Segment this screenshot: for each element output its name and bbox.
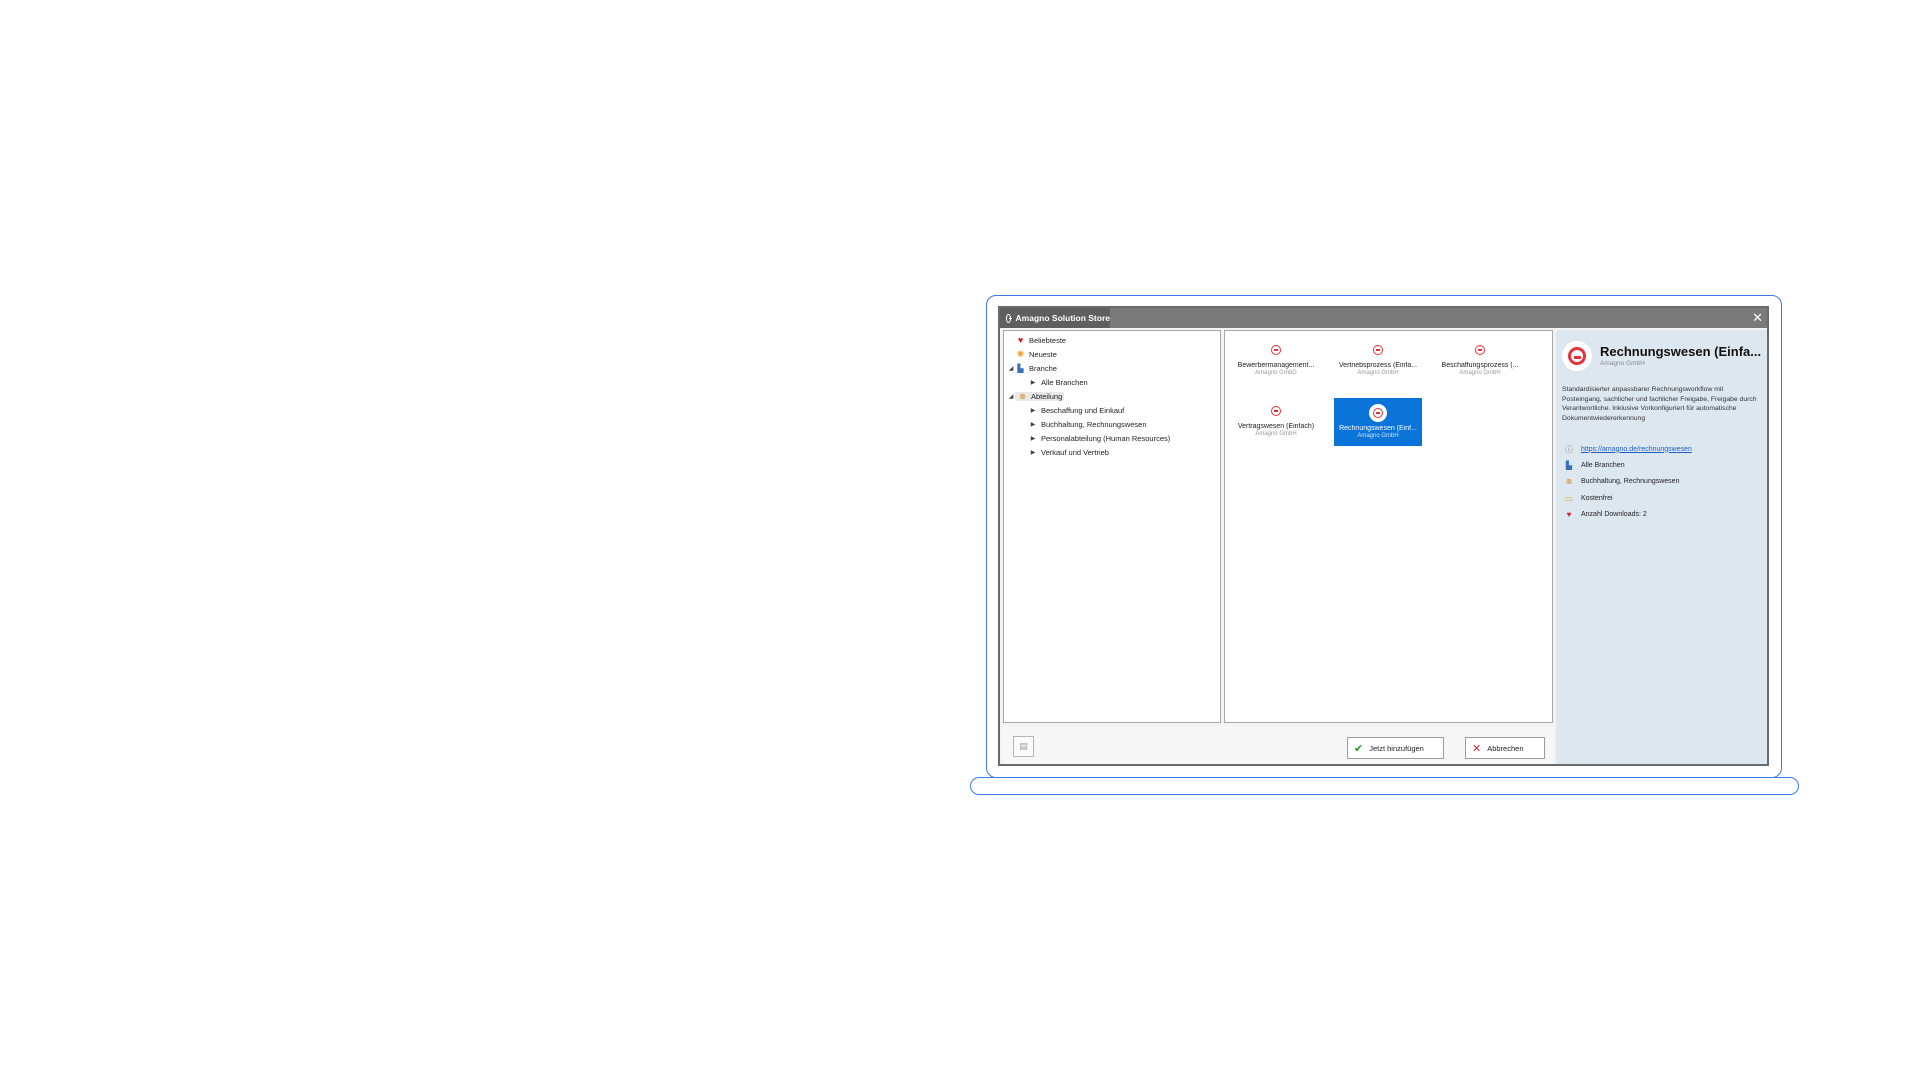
detail-department: Buchhaltung, Rechnungswesen <box>1581 477 1680 485</box>
options-button[interactable]: ▤ <box>1013 736 1034 757</box>
detail-price: Kostenfrei <box>1581 494 1613 502</box>
tree-label: Beschaffung und Einkauf <box>1041 405 1125 415</box>
expand-icon[interactable]: ▶ <box>1029 379 1037 386</box>
collapse-icon[interactable]: ◢ <box>1007 365 1015 372</box>
tree-label: Verkauf und Vertrieb <box>1041 447 1109 457</box>
tree-item-sales[interactable]: ▶ Verkauf und Vertrieb <box>1029 445 1109 459</box>
detail-link-row: ⓘ https://amagno.de/rechnungswesen <box>1562 443 1692 455</box>
category-tree: ♥ Beliebteste ✺ Neueste ◢ ▙ Branche ▶ All… <box>1003 330 1221 723</box>
heart-icon: ♥ <box>1017 335 1024 345</box>
detail-price-row: ▭ Kostenfrei <box>1562 492 1613 504</box>
details-vendor: Amagno GmbH <box>1600 360 1645 367</box>
laptop-base-outline <box>970 777 1799 795</box>
building-icon: ▙ <box>1565 460 1573 470</box>
heart-icon: ♥ <box>1566 509 1572 519</box>
solution-link[interactable]: https://amagno.de/rechnungswesen <box>1581 446 1692 453</box>
tree-label: Neueste <box>1029 349 1057 359</box>
sun-icon: ✺ <box>1016 348 1025 359</box>
expand-icon[interactable]: ▶ <box>1029 449 1037 456</box>
building-icon: ▙ <box>1017 363 1024 373</box>
tree-item-accounting[interactable]: ▶ Buchhaltung, Rechnungswesen <box>1029 417 1147 431</box>
details-description: Standardisierter anpassbarer Rechnungswo… <box>1562 386 1757 422</box>
tree-label: Beliebteste <box>1029 335 1067 345</box>
details-title: Rechnungswesen (Einfa... <box>1600 344 1762 359</box>
amagno-logo-icon <box>1371 343 1385 357</box>
expand-icon[interactable]: ▶ <box>1029 421 1037 428</box>
tree-label: Abteilung <box>1031 391 1063 401</box>
bottom-action-bar: ▤ ✔ Jetzt hinzufügen ✕ Abbrechen <box>1003 726 1553 764</box>
tree-item-industry[interactable]: ◢ ▙ Branche <box>1007 361 1057 375</box>
tile-name: Rechnungswesen (Einf... <box>1339 425 1417 432</box>
title-bar: Amagno Solution Store ✕ <box>1000 308 1767 328</box>
tree-label: Personalabteilung (Human Resources) <box>1041 433 1171 443</box>
tree-item-newest[interactable]: ✺ Neueste <box>1007 347 1057 361</box>
close-icon: ✕ <box>1472 742 1482 755</box>
solution-tile-selected[interactable]: Rechnungswesen (Einf... Amagno GmbH <box>1334 398 1422 446</box>
department-icon: ⊗ <box>1019 391 1026 401</box>
tile-vendor: Amagno GmbH <box>1357 433 1399 439</box>
expand-icon[interactable]: ▶ <box>1029 435 1037 442</box>
tile-name: Vertragswesen (Einfach) <box>1237 423 1315 430</box>
tile-vendor: Amagno GmbH <box>1255 431 1297 437</box>
tree-label: Alle Branchen <box>1041 377 1088 387</box>
tree-item-favorites[interactable]: ♥ Beliebteste <box>1007 333 1066 347</box>
document-icon: ▤ <box>1019 741 1028 751</box>
add-now-label: Jetzt hinzufügen <box>1369 743 1424 753</box>
solution-tile[interactable]: Vertragswesen (Einfach) Amagno GmbH <box>1232 398 1320 446</box>
tile-vendor: Amagno GmbH <box>1459 370 1501 376</box>
detail-downloads: Anzahl Downloads: 2 <box>1581 510 1647 518</box>
solutions-grid: Bewerbermanagement... Amagno GmbG Vertri… <box>1224 330 1553 723</box>
cancel-button[interactable]: ✕ Abbrechen <box>1465 737 1545 759</box>
info-icon: ⓘ <box>1565 444 1573 454</box>
tree-label: Buchhaltung, Rechnungswesen <box>1041 419 1147 429</box>
tree-item-procurement[interactable]: ▶ Beschaffung und Einkauf <box>1029 403 1125 417</box>
amagno-logo-icon <box>1269 343 1283 357</box>
solution-store-window: Amagno Solution Store ✕ ♥ Beliebteste ✺ … <box>998 306 1769 766</box>
amagno-logo-icon <box>1006 313 1012 323</box>
window-title: Amagno Solution Store <box>1015 313 1110 323</box>
cancel-label: Abbrechen <box>1487 743 1524 753</box>
detail-industry-row: ▙ Alle Branchen <box>1562 459 1625 471</box>
department-icon: ⊗ <box>1565 476 1573 486</box>
close-icon[interactable]: ✕ <box>1752 310 1763 326</box>
money-icon: ▭ <box>1565 493 1573 503</box>
amagno-logo-icon <box>1369 404 1387 422</box>
title-tab: Amagno Solution Store <box>1000 308 1110 328</box>
detail-industry: Alle Branchen <box>1581 461 1625 469</box>
amagno-logo-icon <box>1473 343 1487 357</box>
tree-item-department[interactable]: ◢ ⊗ Abteilung <box>1007 389 1065 403</box>
tile-name: Beschaffungsprozess (... <box>1441 362 1519 369</box>
solution-tile[interactable]: Bewerbermanagement... Amagno GmbG <box>1232 337 1320 385</box>
solution-tile[interactable]: Vertriebsprozess (Einfa... Amagno GmbH <box>1334 337 1422 385</box>
check-icon: ✔ <box>1354 742 1364 755</box>
detail-downloads-row: ♥ Anzahl Downloads: 2 <box>1562 508 1647 520</box>
tile-name: Bewerbermanagement... <box>1237 362 1315 369</box>
detail-department-row: ⊗ Buchhaltung, Rechnungswesen <box>1562 475 1680 487</box>
add-now-button[interactable]: ✔ Jetzt hinzufügen <box>1347 737 1444 759</box>
tree-label: Branche <box>1029 363 1057 373</box>
expand-icon[interactable]: ▶ <box>1029 407 1037 414</box>
tree-item-all-industries[interactable]: ▶ Alle Branchen <box>1029 375 1088 389</box>
tree-item-hr[interactable]: ▶ Personalabteilung (Human Resources) <box>1029 431 1171 445</box>
collapse-icon[interactable]: ◢ <box>1007 393 1015 400</box>
tile-name: Vertriebsprozess (Einfa... <box>1338 362 1418 369</box>
tile-vendor: Amagno GmbH <box>1357 370 1399 376</box>
amagno-logo-icon <box>1269 404 1283 418</box>
solution-tile[interactable]: Beschaffungsprozess (... Amagno GmbH <box>1436 337 1524 385</box>
amagno-logo-icon <box>1562 341 1592 371</box>
details-panel: Rechnungswesen (Einfa... Amagno GmbH Sta… <box>1556 330 1767 764</box>
selected-node: ⊗ Abteilung <box>1015 391 1065 401</box>
tile-vendor: Amagno GmbG <box>1255 370 1297 376</box>
